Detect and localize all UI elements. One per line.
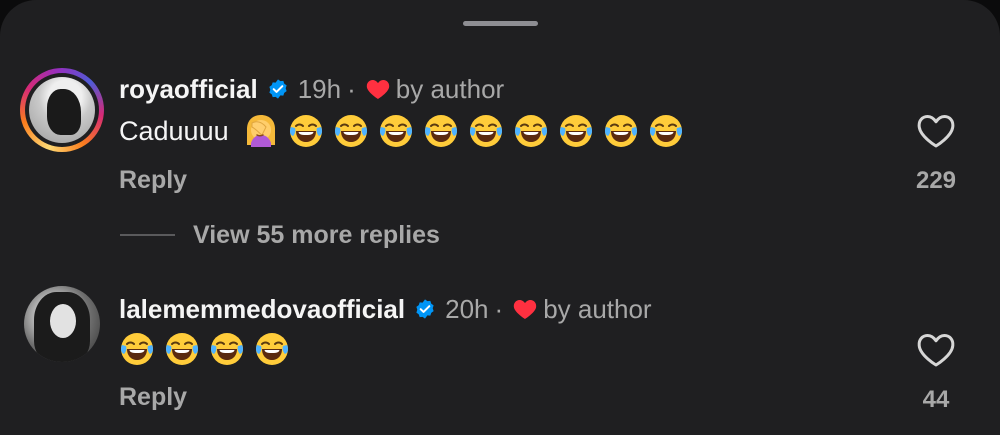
face-with-tears-of-joy-emoji bbox=[468, 113, 504, 149]
comment-time: 19h bbox=[297, 73, 342, 104]
divider-line bbox=[120, 234, 175, 236]
woman-facepalming-emoji bbox=[243, 113, 279, 149]
emoji-row bbox=[243, 113, 684, 149]
face-with-tears-of-joy-emoji bbox=[164, 331, 200, 367]
face-with-tears-of-joy-emoji bbox=[513, 113, 549, 149]
sheet-grabber[interactable] bbox=[463, 21, 538, 26]
heart-outline-icon[interactable] bbox=[916, 113, 956, 149]
verified-badge-icon bbox=[416, 299, 434, 319]
avatar[interactable] bbox=[24, 286, 100, 362]
comment-body bbox=[119, 331, 290, 367]
separator-dot: · bbox=[347, 73, 356, 104]
comment-header: royaofficial 19h · by author bbox=[119, 72, 504, 106]
heart-filled-icon bbox=[513, 300, 537, 319]
heart-filled-icon bbox=[366, 80, 389, 99]
comment-time: 20h bbox=[445, 293, 489, 324]
face-with-tears-of-joy-emoji bbox=[648, 113, 684, 149]
face-with-tears-of-joy-emoji bbox=[333, 113, 369, 149]
comment-header: lalememmedovaofficial 20h · by author bbox=[119, 292, 652, 326]
liked-by-author-label: by author bbox=[543, 293, 652, 324]
comments-sheet: royaofficial 19h · by author Caduuuu Rep… bbox=[0, 0, 1000, 435]
username[interactable]: royaofficial bbox=[119, 74, 258, 105]
face-with-tears-of-joy-emoji bbox=[378, 113, 414, 149]
comment-body: Caduuuu bbox=[119, 113, 684, 149]
heart-outline-icon[interactable] bbox=[916, 332, 956, 368]
face-with-tears-of-joy-emoji bbox=[209, 331, 245, 367]
face-with-tears-of-joy-emoji bbox=[119, 331, 155, 367]
separator-dot: · bbox=[494, 293, 504, 324]
face-with-tears-of-joy-emoji bbox=[603, 113, 639, 149]
avatar[interactable] bbox=[20, 68, 104, 152]
liked-by-author-label: by author bbox=[395, 73, 505, 104]
like-count: 229 bbox=[915, 167, 957, 194]
comment-text: Caduuuu bbox=[119, 115, 229, 146]
face-with-tears-of-joy-emoji bbox=[254, 331, 290, 367]
like-count: 44 bbox=[922, 386, 950, 413]
reply-button[interactable]: Reply bbox=[119, 383, 187, 412]
face-with-tears-of-joy-emoji bbox=[558, 113, 594, 149]
view-more-replies[interactable]: View 55 more replies bbox=[120, 218, 440, 252]
username[interactable]: lalememmedovaofficial bbox=[119, 294, 405, 325]
verified-badge-icon bbox=[269, 79, 287, 99]
emoji-row bbox=[119, 331, 290, 367]
face-with-tears-of-joy-emoji bbox=[288, 113, 324, 149]
view-more-replies-label[interactable]: View 55 more replies bbox=[193, 221, 440, 250]
face-with-tears-of-joy-emoji bbox=[423, 113, 459, 149]
reply-button[interactable]: Reply bbox=[119, 166, 187, 195]
